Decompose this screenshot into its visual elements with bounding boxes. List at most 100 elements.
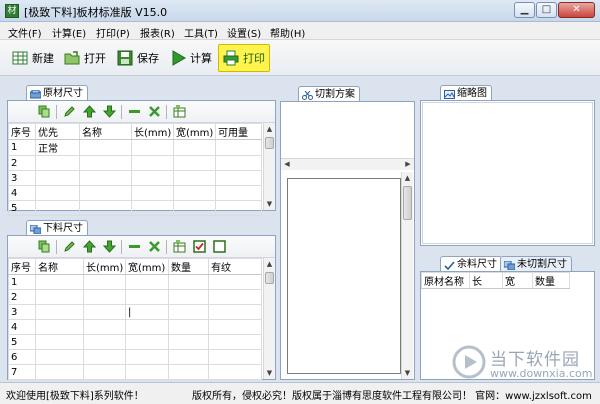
table-cell[interactable] — [83, 349, 126, 365]
column-header[interactable]: 名称 — [79, 123, 132, 140]
thumbnail-canvas[interactable] — [422, 102, 593, 244]
plan-list[interactable] — [281, 102, 414, 158]
scroll-down-icon[interactable]: ▼ — [402, 367, 413, 379]
import-icon[interactable] — [171, 104, 187, 120]
table-row[interactable]: 4 — [8, 185, 262, 201]
print-button[interactable]: 打印 — [218, 44, 270, 72]
table-row[interactable]: 3 — [8, 170, 262, 186]
table-cell[interactable] — [83, 304, 126, 320]
table-cell[interactable] — [125, 349, 169, 365]
column-header[interactable]: 序号 — [8, 123, 36, 140]
scroll-up-icon[interactable]: ▲ — [402, 172, 413, 184]
table-cell[interactable] — [79, 155, 132, 171]
table-cell[interactable] — [168, 349, 209, 365]
table-cell[interactable] — [131, 170, 174, 186]
maximize-button[interactable]: □ — [536, 2, 557, 18]
copy-icon[interactable] — [36, 104, 52, 120]
column-header[interactable]: 可用量 — [215, 123, 262, 140]
tab-uncut-size[interactable]: 未切割尺寸 — [500, 256, 572, 272]
table-cell[interactable] — [125, 289, 169, 305]
move-down-icon[interactable] — [101, 239, 117, 255]
table-cell[interactable] — [208, 304, 262, 320]
table-cell[interactable] — [35, 304, 84, 320]
table-cell[interactable] — [125, 274, 169, 290]
title-bar[interactable]: 材 [极致下料]板材标准版 V15.0 ▁ □ ✕ — [0, 0, 600, 22]
table-cell[interactable] — [168, 319, 209, 335]
move-down-icon[interactable] — [101, 104, 117, 120]
remove-row-icon[interactable] — [126, 239, 142, 255]
new-button[interactable]: 新建 — [8, 44, 57, 72]
column-header[interactable]: 序号 — [8, 258, 36, 275]
text-cursor-cell[interactable]: | — [125, 304, 169, 320]
column-header[interactable]: 长(mm) — [131, 123, 174, 140]
table-cell[interactable] — [168, 289, 209, 305]
menu-tools[interactable]: 工具(T) — [184, 25, 218, 40]
table-row[interactable]: 1 — [8, 274, 262, 290]
scroll-thumb[interactable] — [403, 186, 412, 220]
table-row[interactable]: 7 — [8, 364, 262, 380]
save-button[interactable]: 保存 — [113, 44, 162, 72]
table-cell[interactable] — [35, 334, 84, 350]
table-cell[interactable] — [83, 364, 126, 380]
table-cell[interactable] — [215, 155, 262, 171]
table-cell[interactable] — [35, 289, 84, 305]
table-cell[interactable] — [125, 319, 169, 335]
move-up-icon[interactable] — [81, 104, 97, 120]
table-cell[interactable] — [83, 334, 126, 350]
table-cell[interactable] — [35, 200, 80, 216]
table-cell[interactable] — [131, 185, 174, 201]
menu-print[interactable]: 打印(P) — [96, 25, 130, 40]
table-cell[interactable] — [83, 274, 126, 290]
scroll-left-icon[interactable]: ◀ — [281, 159, 293, 170]
tab-raw-size[interactable]: 原材尺寸 — [26, 85, 88, 101]
menu-help[interactable]: 帮助(H) — [270, 25, 305, 40]
table-cell[interactable] — [131, 200, 174, 216]
remove-row-icon[interactable] — [126, 104, 142, 120]
column-header[interactable]: 数量 — [532, 272, 570, 289]
table-cell[interactable] — [35, 185, 80, 201]
plan-vertical-scrollbar[interactable]: ▲ ▼ — [401, 172, 413, 379]
plan-drawing-canvas[interactable] — [287, 178, 401, 374]
table-cell[interactable] — [173, 200, 216, 216]
table-cell[interactable] — [173, 139, 216, 156]
table-cell[interactable] — [173, 185, 216, 201]
table-cell[interactable] — [215, 200, 262, 216]
scroll-down-icon[interactable]: ▼ — [264, 198, 275, 210]
edit-pencil-icon[interactable] — [61, 104, 77, 120]
table-cell[interactable] — [208, 364, 262, 380]
table-cell[interactable] — [168, 304, 209, 320]
check-all-icon[interactable] — [191, 239, 207, 255]
table-cell[interactable] — [35, 170, 80, 186]
table-cell[interactable] — [208, 334, 262, 350]
table-row[interactable]: 3 | — [8, 304, 262, 320]
column-header[interactable]: 原材名称 — [421, 272, 470, 289]
scroll-right-icon[interactable]: ▶ — [402, 159, 414, 170]
table-row[interactable]: 2 — [8, 289, 262, 305]
tab-cutting-plan[interactable]: 切割方案 — [298, 86, 360, 102]
table-cell[interactable] — [215, 170, 262, 186]
scroll-down-icon[interactable]: ▼ — [264, 367, 275, 379]
table-cell[interactable] — [79, 139, 132, 156]
column-header[interactable]: 宽(mm) — [125, 258, 169, 275]
table-cell[interactable] — [35, 364, 84, 380]
cut-size-scrollbar[interactable]: ▲ ▼ — [263, 258, 275, 379]
table-cell[interactable]: 正常 — [35, 139, 80, 156]
table-cell[interactable] — [208, 274, 262, 290]
column-header[interactable]: 长 — [469, 272, 503, 289]
table-cell[interactable] — [208, 319, 262, 335]
tab-remaining-size[interactable]: 余料尺寸 — [440, 256, 502, 272]
close-button[interactable]: ✕ — [558, 2, 595, 18]
calculate-button[interactable]: 计算 — [166, 44, 215, 72]
copy-icon[interactable] — [36, 239, 52, 255]
table-cell[interactable] — [168, 274, 209, 290]
delete-x-icon[interactable] — [146, 104, 162, 120]
tab-cut-size[interactable]: 下料尺寸 — [26, 220, 88, 236]
edit-pencil-icon[interactable] — [61, 239, 77, 255]
table-cell[interactable] — [168, 334, 209, 350]
tab-thumbnail[interactable]: 缩略图 — [440, 85, 492, 101]
scroll-thumb[interactable] — [265, 272, 274, 284]
table-cell[interactable] — [131, 139, 174, 156]
table-cell[interactable] — [215, 139, 262, 156]
delete-x-icon[interactable] — [146, 239, 162, 255]
move-up-icon[interactable] — [81, 239, 97, 255]
